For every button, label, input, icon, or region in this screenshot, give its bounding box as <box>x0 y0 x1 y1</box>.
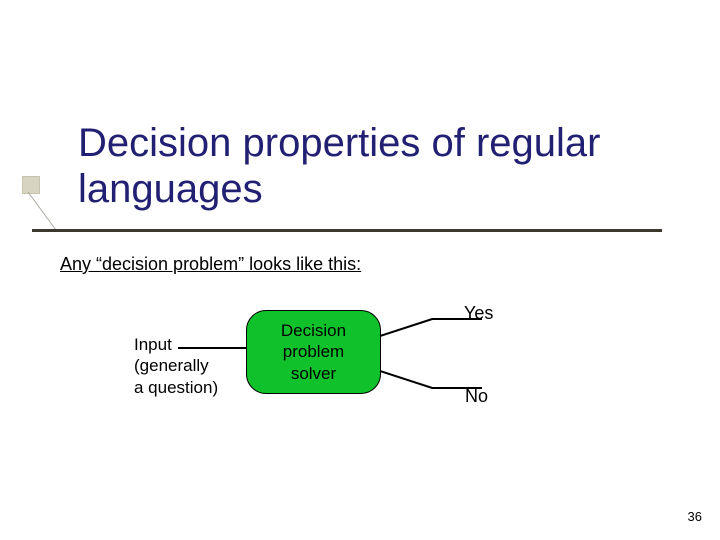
input-arrow <box>178 347 252 349</box>
slide-number: 36 <box>688 509 702 524</box>
decision-diagram: Input (generally a question) Decision pr… <box>60 300 560 420</box>
solver-box: Decision problem solver <box>246 310 381 394</box>
solver-label: Decision problem solver <box>281 320 346 384</box>
yes-label: Yes <box>464 303 493 324</box>
title-diagonal-line <box>26 190 76 240</box>
input-label: Input (generally a question) <box>134 334 218 398</box>
no-label: No <box>465 386 488 407</box>
subheading: Any “decision problem” looks like this: <box>60 254 361 275</box>
slide-title: Decision properties of regular languages <box>78 120 678 212</box>
yes-branch-line <box>380 318 433 337</box>
title-block: Decision properties of regular languages <box>78 120 678 212</box>
no-branch-line <box>380 370 433 389</box>
title-underline <box>32 229 662 232</box>
